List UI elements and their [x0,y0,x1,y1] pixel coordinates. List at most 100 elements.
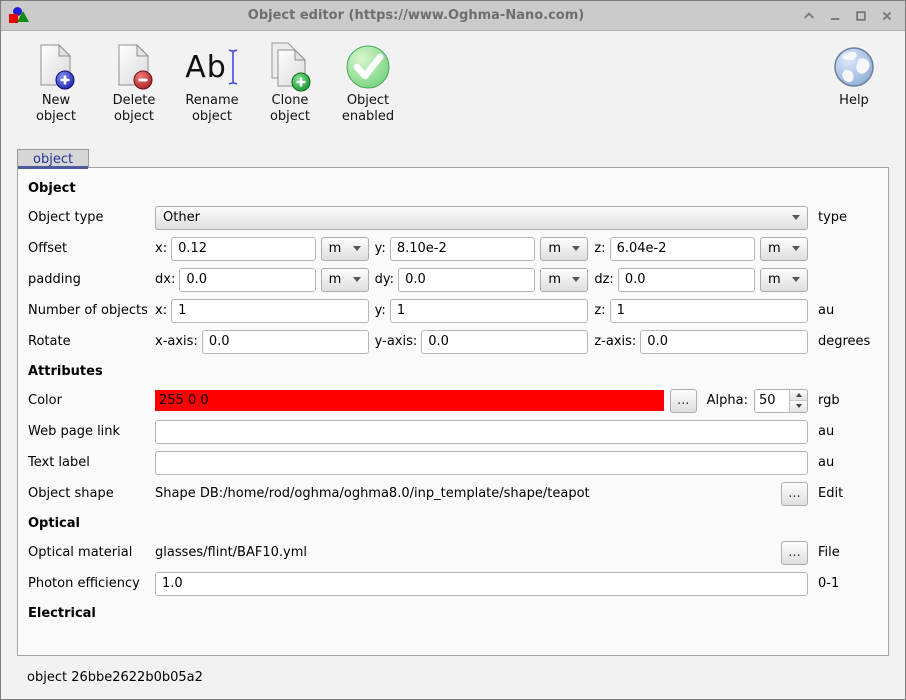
offset-y-unit-select[interactable]: m [540,237,588,261]
chevron-down-icon [792,246,800,251]
rename-icon: Ab [185,41,239,93]
shade-button[interactable] [803,10,815,22]
padding-dy-unit-select[interactable]: m [540,268,588,292]
color-unit-suffix: rgb [818,393,878,408]
object-enabled-button[interactable]: Object enabled [331,41,405,125]
object-type-label: Object type [28,210,155,225]
section-heading-electrical: Electrical [28,599,878,627]
help-label: Help [839,93,869,109]
color-row: Color 255 0 0 ... Alpha: rgb [28,385,878,416]
rename-object-label: Rename [185,93,238,109]
object-form-panel: Object Object type Other type Offset x: … [17,167,889,656]
color-browse-button[interactable]: ... [670,389,697,413]
optical-material-browse-button[interactable]: ... [781,541,808,565]
triangle-down-icon [796,404,802,408]
object-shape-browse-button[interactable]: ... [781,482,808,506]
document-new-icon [33,41,79,93]
tab-object[interactable]: object [17,149,89,168]
offset-label: Offset [28,241,155,256]
padding-dx-input[interactable] [179,268,315,292]
object-type-suffix: type [818,210,878,225]
padding-dy-input[interactable] [398,268,535,292]
padding-dz-input[interactable] [618,268,755,292]
web-page-link-input[interactable] [155,420,808,444]
object-shape-row: Object shape Shape DB:/home/rod/oghma/og… [28,478,878,509]
number-of-objects-label: Number of objects [28,303,155,318]
padding-dx-unit-select[interactable]: m [321,268,369,292]
photon-efficiency-input[interactable] [155,572,808,596]
web-page-link-row: Web page link au [28,416,878,447]
enabled-check-icon [343,41,393,93]
new-object-button[interactable]: New object [19,41,93,125]
chevron-down-icon [353,246,361,251]
count-x-input[interactable] [171,299,369,323]
optical-material-path: glasses/flint/BAF10.yml [155,545,307,560]
clone-object-button[interactable]: Clone object [253,41,327,125]
close-button[interactable] [881,10,893,22]
optical-material-row: Optical material glasses/flint/BAF10.yml… [28,537,878,568]
optical-material-label: Optical material [28,545,155,560]
count-z-input[interactable] [610,299,808,323]
alpha-spinner[interactable] [754,389,808,413]
offset-z-input[interactable] [610,237,755,261]
maximize-icon [855,10,867,22]
object-shape-suffix: Edit [818,486,878,501]
toolbar: New object Delete object [1,31,905,143]
count-y-input[interactable] [390,299,589,323]
color-swatch[interactable]: 255 0 0 [155,390,664,411]
object-enabled-label: Object [342,93,394,109]
rotate-unit-suffix: degrees [818,334,878,349]
alpha-down-button[interactable] [790,400,807,412]
text-label-suffix: au [818,455,878,470]
number-of-objects-row: Number of objects x: y: z: au [28,295,878,326]
chevron-down-icon [792,277,800,282]
chevron-down-icon [572,277,580,282]
minimize-icon [829,10,841,22]
section-heading-attributes: Attributes [28,357,878,385]
padding-label: padding [28,272,155,287]
object-type-row: Object type Other type [28,202,878,233]
rename-object-button[interactable]: Ab Rename object [175,41,249,125]
titlebar: Object editor (https://www.Oghma-Nano.co… [1,1,905,31]
status-bar: object 26bbe2622b0b05a2 [1,656,905,699]
help-button[interactable]: Help [817,41,891,109]
alpha-label: Alpha: [707,393,748,408]
object-type-select[interactable]: Other [155,206,808,230]
globe-icon [832,41,876,93]
web-page-link-label: Web page link [28,424,155,439]
maximize-button[interactable] [855,10,867,22]
offset-z-unit-select[interactable]: m [760,237,808,261]
chevron-down-icon [353,277,361,282]
alpha-input[interactable] [755,390,789,412]
chevron-up-icon [803,10,815,22]
padding-row: padding dx: m dy: m dz: [28,264,878,295]
offset-x-unit-select[interactable]: m [321,237,369,261]
object-shape-path: Shape DB:/home/rod/oghma/oghma8.0/inp_te… [155,486,590,501]
close-icon [881,10,893,22]
minimize-button[interactable] [829,10,841,22]
rotate-y-input[interactable] [421,330,588,354]
section-heading-optical: Optical [28,509,878,537]
window-title: Object editor (https://www.Oghma-Nano.co… [29,8,803,23]
chevron-down-icon [792,215,800,220]
rotate-z-input[interactable] [640,330,808,354]
offset-y-input[interactable] [390,237,536,261]
text-label-row: Text label au [28,447,878,478]
rotate-x-input[interactable] [202,330,369,354]
text-label-input[interactable] [155,451,808,475]
app-icon [9,7,29,25]
chevron-down-icon [572,246,580,251]
offset-x-input[interactable] [171,237,316,261]
object-editor-window: Object editor (https://www.Oghma-Nano.co… [0,0,906,700]
offset-row: Offset x: m y: m z: [28,233,878,264]
color-label: Color [28,393,155,408]
section-heading-object: Object [28,174,878,202]
photon-efficiency-row: Photon efficiency 0-1 [28,568,878,599]
delete-object-button[interactable]: Delete object [97,41,171,125]
object-shape-label: Object shape [28,486,155,501]
status-text: object 26bbe2622b0b05a2 [27,670,203,685]
triangle-up-icon [796,393,802,397]
optical-material-suffix: File [818,545,878,560]
alpha-up-button[interactable] [790,390,807,401]
padding-dz-unit-select[interactable]: m [760,268,808,292]
